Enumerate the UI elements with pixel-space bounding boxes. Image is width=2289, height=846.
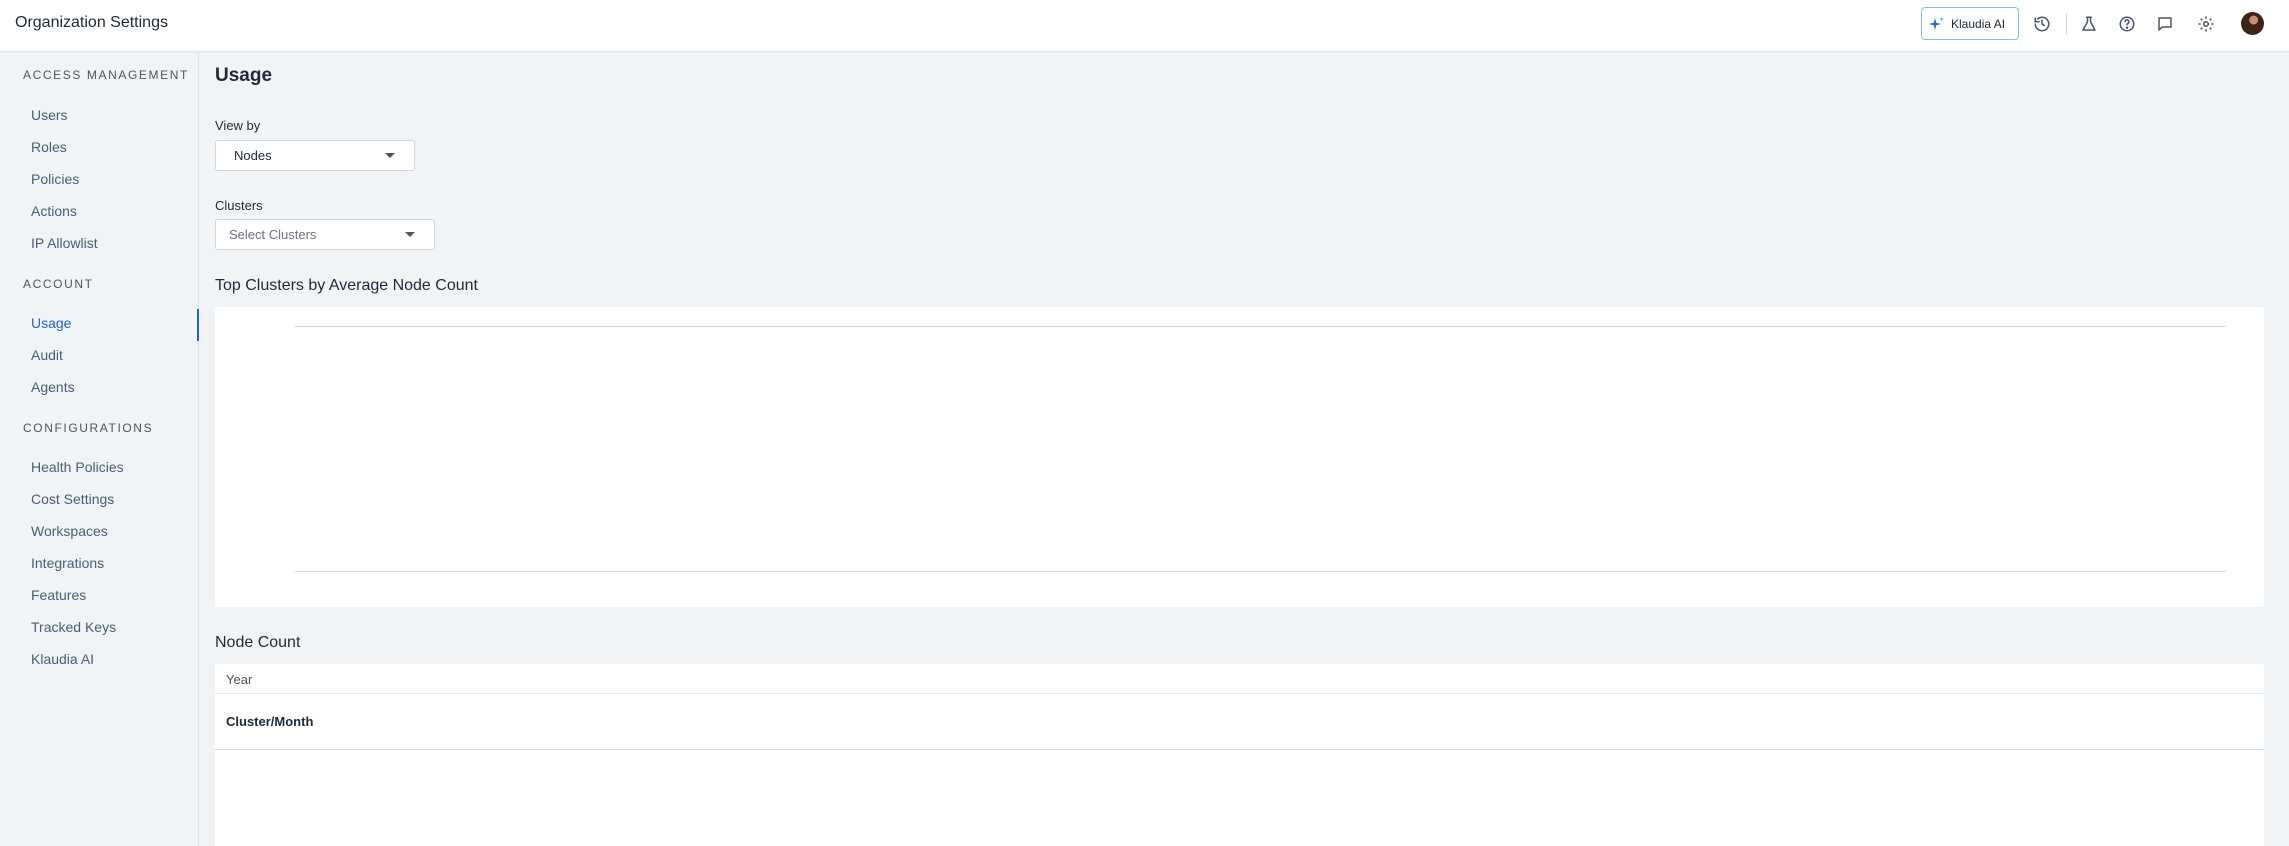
view-by-value: Nodes xyxy=(234,148,272,163)
section-title-account: ACCOUNT xyxy=(23,277,94,291)
sidebar: ACCESS MANAGEMENT Users Roles Policies A… xyxy=(0,52,199,846)
chevron-down-icon xyxy=(385,153,395,158)
header-divider xyxy=(2066,14,2067,34)
klaudia-ai-button[interactable]: Klaudia AI xyxy=(1921,7,2019,40)
row-header-cluster-month: Cluster/Month xyxy=(226,714,314,729)
sidebar-item-users[interactable]: Users xyxy=(31,107,68,123)
help-icon[interactable] xyxy=(2117,14,2137,34)
sidebar-item-roles[interactable]: Roles xyxy=(31,139,67,155)
top-bar: Organization Settings Klaudia AI xyxy=(0,0,2289,52)
clusters-placeholder: Select Clusters xyxy=(229,227,317,242)
chat-icon[interactable] xyxy=(2155,14,2175,34)
sidebar-item-klaudia-ai[interactable]: Klaudia AI xyxy=(31,651,94,667)
chart-gridline-bottom xyxy=(295,571,2226,572)
sparkle-icon xyxy=(1929,16,1944,30)
user-avatar[interactable] xyxy=(2241,12,2264,35)
table-row: Cluster/Month xyxy=(215,694,2264,750)
sidebar-item-actions[interactable]: Actions xyxy=(31,203,77,219)
chart-card xyxy=(215,307,2264,607)
history-icon[interactable] xyxy=(2032,14,2052,34)
view-by-label: View by xyxy=(215,118,261,133)
sidebar-item-tracked-keys[interactable]: Tracked Keys xyxy=(31,619,116,635)
sidebar-item-features[interactable]: Features xyxy=(31,587,86,603)
gear-icon[interactable] xyxy=(2196,14,2216,34)
chevron-down-icon xyxy=(405,232,415,237)
active-indicator xyxy=(197,309,199,341)
flask-icon[interactable] xyxy=(2079,14,2099,34)
table-header: Year xyxy=(215,664,2264,694)
column-header-year: Year xyxy=(226,672,253,687)
sidebar-item-usage[interactable]: Usage xyxy=(31,315,71,331)
table-title: Node Count xyxy=(215,634,301,651)
page-title: Usage xyxy=(215,65,273,86)
view-by-select[interactable]: Nodes xyxy=(215,140,415,171)
clusters-select[interactable]: Select Clusters xyxy=(215,219,435,250)
chart-title: Top Clusters by Average Node Count xyxy=(215,277,478,294)
sidebar-item-policies[interactable]: Policies xyxy=(31,171,79,187)
sidebar-item-agents[interactable]: Agents xyxy=(31,379,75,395)
section-title-configurations: CONFIGURATIONS xyxy=(23,421,154,435)
clusters-label: Clusters xyxy=(215,198,263,213)
section-title-access-management: ACCESS MANAGEMENT xyxy=(23,68,189,82)
sidebar-item-ip-allowlist[interactable]: IP Allowlist xyxy=(31,235,98,251)
sidebar-item-audit[interactable]: Audit xyxy=(31,347,63,363)
klaudia-ai-label: Klaudia AI xyxy=(1951,16,2006,31)
chart-gridline-top xyxy=(295,326,2226,327)
sidebar-item-integrations[interactable]: Integrations xyxy=(31,555,104,571)
sidebar-item-health-policies[interactable]: Health Policies xyxy=(31,459,124,475)
sidebar-item-cost-settings[interactable]: Cost Settings xyxy=(31,491,114,507)
app-title: Organization Settings xyxy=(15,14,168,31)
node-count-table: Year Cluster/Month xyxy=(215,664,2264,846)
sidebar-item-workspaces[interactable]: Workspaces xyxy=(31,523,108,539)
